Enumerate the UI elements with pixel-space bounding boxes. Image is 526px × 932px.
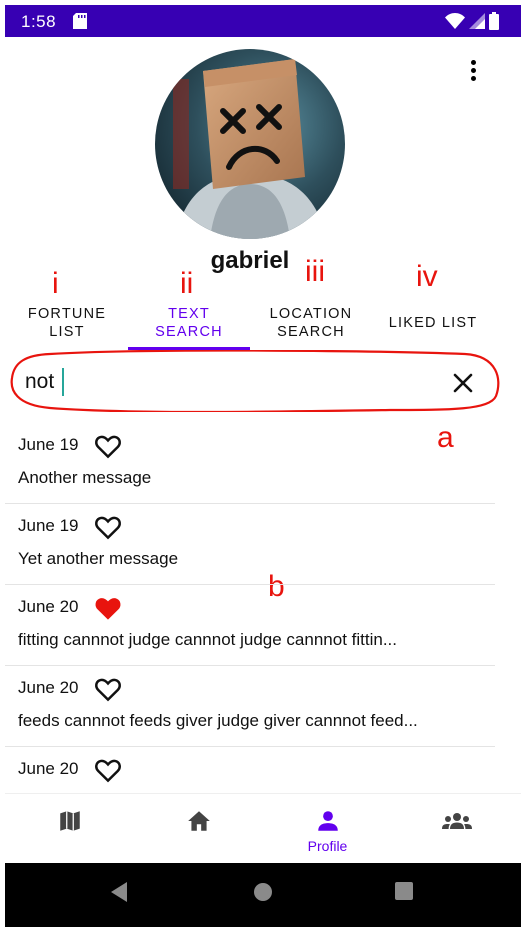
nav-profile[interactable]: Profile — [263, 794, 392, 864]
heart-outline-icon[interactable] — [93, 674, 123, 704]
battery-icon — [489, 12, 499, 30]
map-icon — [59, 811, 80, 831]
tab-label-line2: SEARCH — [277, 324, 345, 340]
tab-label-line1: FORTUNE — [27, 306, 107, 322]
recents-icon[interactable] — [394, 881, 414, 901]
tab-label-line1: TEXT — [168, 306, 210, 322]
item-message: feeds cannnot feeds giver judge giver ca… — [18, 711, 418, 730]
overflow-menu-icon[interactable] — [463, 57, 483, 87]
search-input[interactable] — [25, 365, 405, 399]
nav-profile-label: Profile — [307, 838, 348, 854]
annotation-tab-iii: iii — [305, 255, 325, 288]
heart-filled-icon[interactable] — [93, 593, 123, 623]
item-message: Another message — [18, 468, 152, 487]
tab-location-search[interactable]: LOCATION SEARCH — [250, 295, 372, 351]
tab-liked-list[interactable]: LIKED LIST — [372, 295, 494, 351]
system-navigation-bar — [5, 863, 521, 927]
nav-map[interactable] — [5, 794, 134, 864]
annotation-tab-iv: iv — [416, 260, 438, 293]
nav-group[interactable] — [392, 794, 521, 864]
item-date: June 19 — [18, 516, 79, 535]
tab-label-line1: LIKED LIST — [388, 315, 478, 331]
item-date: June 20 — [18, 678, 79, 697]
app-screen: 1:58 gabriel i ii iii iv FORTUNE LIST TE… — [5, 5, 521, 927]
status-bar: 1:58 — [5, 5, 521, 37]
list-item[interactable]: June 20 feeds cannnot feeds giver judge … — [5, 666, 495, 747]
tab-text-search[interactable]: TEXT SEARCH — [128, 295, 250, 351]
tab-fortune-list[interactable]: FORTUNE LIST — [6, 295, 128, 351]
person-icon — [317, 811, 338, 831]
sd-card-icon — [73, 13, 87, 29]
list-item[interactable]: June 19 Another message — [5, 423, 495, 504]
status-time: 1:58 — [21, 12, 57, 31]
tab-label-line2: LIST — [49, 324, 85, 340]
avatar — [155, 49, 345, 239]
heart-outline-icon[interactable] — [93, 431, 123, 461]
item-date: June 20 — [18, 597, 79, 616]
signal-icon — [469, 13, 485, 29]
search-box — [11, 355, 495, 411]
tab-label-line1: LOCATION — [269, 306, 353, 322]
heart-outline-icon[interactable] — [93, 512, 123, 542]
tab-bar: FORTUNE LIST TEXT SEARCH LOCATION SEARCH LI… — [5, 295, 495, 351]
item-date: June 20 — [18, 759, 79, 778]
home-icon — [187, 811, 210, 831]
tab-indicator — [128, 347, 250, 350]
tab-label-line2: SEARCH — [155, 324, 223, 340]
nav-home[interactable] — [134, 794, 263, 864]
item-date: June 19 — [18, 435, 79, 454]
group-icon — [441, 813, 472, 829]
bottom-navigation: Profile — [5, 793, 521, 863]
results-list: June 19 Another message June 19 Yet anot… — [5, 423, 495, 828]
home-circle-icon[interactable] — [252, 881, 274, 903]
list-item[interactable]: June 19 Yet another message — [5, 504, 495, 585]
list-item[interactable]: June 20 fitting cannnot judge cannnot ju… — [5, 585, 495, 666]
item-message: fitting cannnot judge cannnot judge cann… — [18, 630, 397, 649]
heart-outline-icon[interactable] — [93, 755, 123, 785]
back-icon[interactable] — [109, 881, 129, 903]
text-caret — [62, 368, 64, 396]
item-message: Yet another message — [18, 549, 179, 568]
avatar-image — [155, 49, 345, 239]
clear-icon[interactable] — [449, 369, 477, 397]
wifi-icon — [445, 13, 465, 29]
